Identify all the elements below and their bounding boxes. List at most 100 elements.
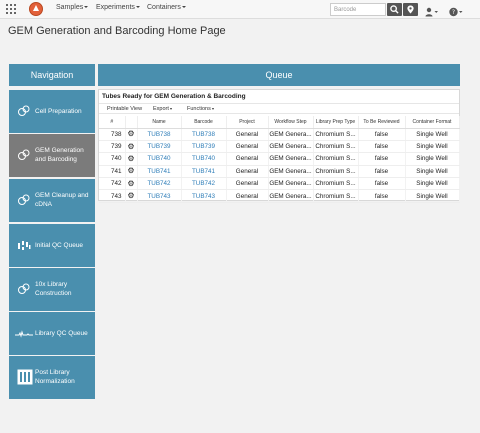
row-number: 740	[99, 152, 126, 166]
table-row[interactable]: 739 ⚙ TUB739 TUB739 General GEM Genera..…	[99, 140, 460, 154]
row-container-format: Single Well	[405, 189, 460, 203]
user-icon	[425, 7, 438, 17]
search-button[interactable]	[387, 3, 402, 16]
row-barcode-link[interactable]: TUB743	[181, 189, 227, 203]
column-header-project[interactable]: Project	[226, 116, 269, 129]
menu-samples[interactable]: Samples	[56, 4, 89, 11]
row-library-prep-type: Chromium S...	[313, 140, 359, 154]
row-barcode-link[interactable]: TUB740	[181, 152, 227, 166]
row-container-format: Single Well	[405, 177, 460, 191]
table-row[interactable]: 740 ⚙ TUB740 TUB740 General GEM Genera..…	[99, 152, 460, 166]
gear-icon[interactable]: ⚙	[127, 192, 134, 200]
location-button[interactable]	[403, 3, 418, 16]
barcode-search-input[interactable]: Barcode	[330, 3, 386, 16]
menu-samples-label: Samples	[56, 4, 84, 11]
row-number: 743	[99, 189, 126, 203]
row-settings[interactable]: ⚙	[125, 177, 138, 191]
row-name-link[interactable]: TUB742	[137, 177, 182, 191]
row-project: General	[226, 140, 269, 154]
table-header-row: # Name Barcode Project Workflow Step Lib…	[99, 116, 460, 129]
row-name-link[interactable]: TUB741	[137, 165, 182, 179]
row-name-link[interactable]: TUB738	[137, 128, 182, 141]
menu-containers[interactable]: Containers	[147, 4, 186, 11]
table-row[interactable]: 738 ⚙ TUB738 TUB738 General GEM Genera..…	[99, 128, 460, 141]
row-workflow-step: GEM Genera...	[268, 128, 314, 141]
top-navbar: Samples Experiments Containers Barcode ?	[0, 0, 480, 19]
table-row[interactable]: 743 ⚙ TUB743 TUB743 General GEM Genera..…	[99, 189, 460, 203]
gel-icon	[18, 241, 31, 250]
gear-icon[interactable]: ⚙	[127, 142, 134, 151]
row-settings[interactable]: ⚙	[125, 152, 138, 166]
app-grid-icon[interactable]	[6, 4, 16, 14]
functions-label: Functions	[187, 106, 211, 112]
column-header-to-be-reviewed[interactable]: To Be Reviewed	[358, 116, 406, 129]
flask-icon	[18, 149, 30, 160]
row-library-prep-type: Chromium S...	[313, 189, 359, 203]
nav-tile-gem-cleanup[interactable]: GEM Cleanup and cDNA	[9, 179, 95, 222]
nav-tile-initial-qc[interactable]: Initial QC Queue	[9, 224, 95, 267]
row-project: General	[226, 177, 269, 191]
plate-icon	[17, 369, 33, 385]
user-menu[interactable]	[425, 4, 439, 17]
row-barcode-link[interactable]: TUB741	[181, 165, 227, 179]
search-icon	[390, 5, 399, 14]
nav-tile-gem-generation[interactable]: GEM Generation and Barcoding	[9, 134, 95, 177]
column-header-library-prep-type[interactable]: Library Prep Type	[313, 116, 359, 129]
column-header-number[interactable]: #	[99, 116, 126, 129]
trace-icon	[15, 330, 33, 338]
row-settings[interactable]: ⚙	[125, 189, 138, 203]
gear-icon[interactable]: ⚙	[127, 167, 134, 175]
column-header-container-format[interactable]: Container Format	[405, 116, 460, 129]
row-project: General	[226, 165, 269, 179]
column-header-barcode[interactable]: Barcode	[181, 116, 227, 129]
row-barcode-link[interactable]: TUB738	[181, 128, 227, 141]
table-row[interactable]: 742 ⚙ TUB742 TUB742 General GEM Genera..…	[99, 177, 460, 191]
row-to-be-reviewed: false	[358, 189, 406, 203]
menu-experiments[interactable]: Experiments	[96, 4, 140, 11]
gear-icon[interactable]: ⚙	[127, 130, 134, 138]
row-settings[interactable]: ⚙	[125, 128, 138, 141]
nav-tile-post-normalization[interactable]: Post Library Normalization	[9, 356, 95, 399]
page-title: GEM Generation and Barcoding Home Page	[8, 25, 226, 37]
row-name-link[interactable]: TUB743	[137, 189, 182, 203]
row-workflow-step: GEM Genera...	[268, 177, 314, 191]
row-project: General	[226, 152, 269, 166]
row-container-format: Single Well	[405, 165, 460, 179]
row-to-be-reviewed: false	[358, 128, 406, 141]
row-barcode-link[interactable]: TUB739	[181, 140, 227, 154]
svg-text:?: ?	[452, 9, 455, 16]
column-header-name[interactable]: Name	[137, 116, 182, 129]
printable-view-button[interactable]: Printable View	[107, 106, 142, 112]
nav-tile-label: Post Library Normalization	[35, 369, 75, 385]
app-logo[interactable]	[29, 2, 43, 16]
row-name-link[interactable]: TUB739	[137, 140, 182, 154]
row-to-be-reviewed: false	[358, 177, 406, 191]
row-library-prep-type: Chromium S...	[313, 128, 359, 141]
flask-icon	[18, 105, 30, 116]
row-name-link[interactable]: TUB740	[137, 152, 182, 166]
chevron-down-icon	[211, 107, 214, 110]
queue-table: # Name Barcode Project Workflow Step Lib…	[99, 116, 460, 203]
row-barcode-link[interactable]: TUB742	[181, 177, 227, 191]
flask-icon	[18, 283, 30, 294]
gear-icon[interactable]: ⚙	[127, 154, 134, 163]
export-label: Export	[153, 106, 169, 112]
chevron-down-icon	[181, 6, 186, 9]
table-row[interactable]: 741 ⚙ TUB741 TUB741 General GEM Genera..…	[99, 165, 460, 179]
menu-experiments-label: Experiments	[96, 4, 135, 11]
column-header-workflow-step[interactable]: Workflow Step	[268, 116, 314, 129]
row-settings[interactable]: ⚙	[125, 140, 138, 154]
row-to-be-reviewed: false	[358, 152, 406, 166]
functions-menu[interactable]: Functions	[187, 106, 214, 112]
export-menu[interactable]: Export	[153, 106, 172, 112]
row-container-format: Single Well	[405, 140, 460, 154]
nav-tile-library-construction[interactable]: 10x Library Construction	[9, 268, 95, 311]
help-menu[interactable]: ?	[449, 4, 463, 17]
row-project: General	[226, 128, 269, 141]
flask-icon	[18, 194, 30, 205]
chevron-down-icon	[169, 107, 172, 110]
nav-tile-library-qc[interactable]: Library QC Queue	[9, 312, 95, 355]
row-settings[interactable]: ⚙	[125, 165, 138, 179]
gear-icon[interactable]: ⚙	[127, 179, 134, 188]
nav-tile-cell-preparation[interactable]: Cell Preparation	[9, 90, 95, 133]
